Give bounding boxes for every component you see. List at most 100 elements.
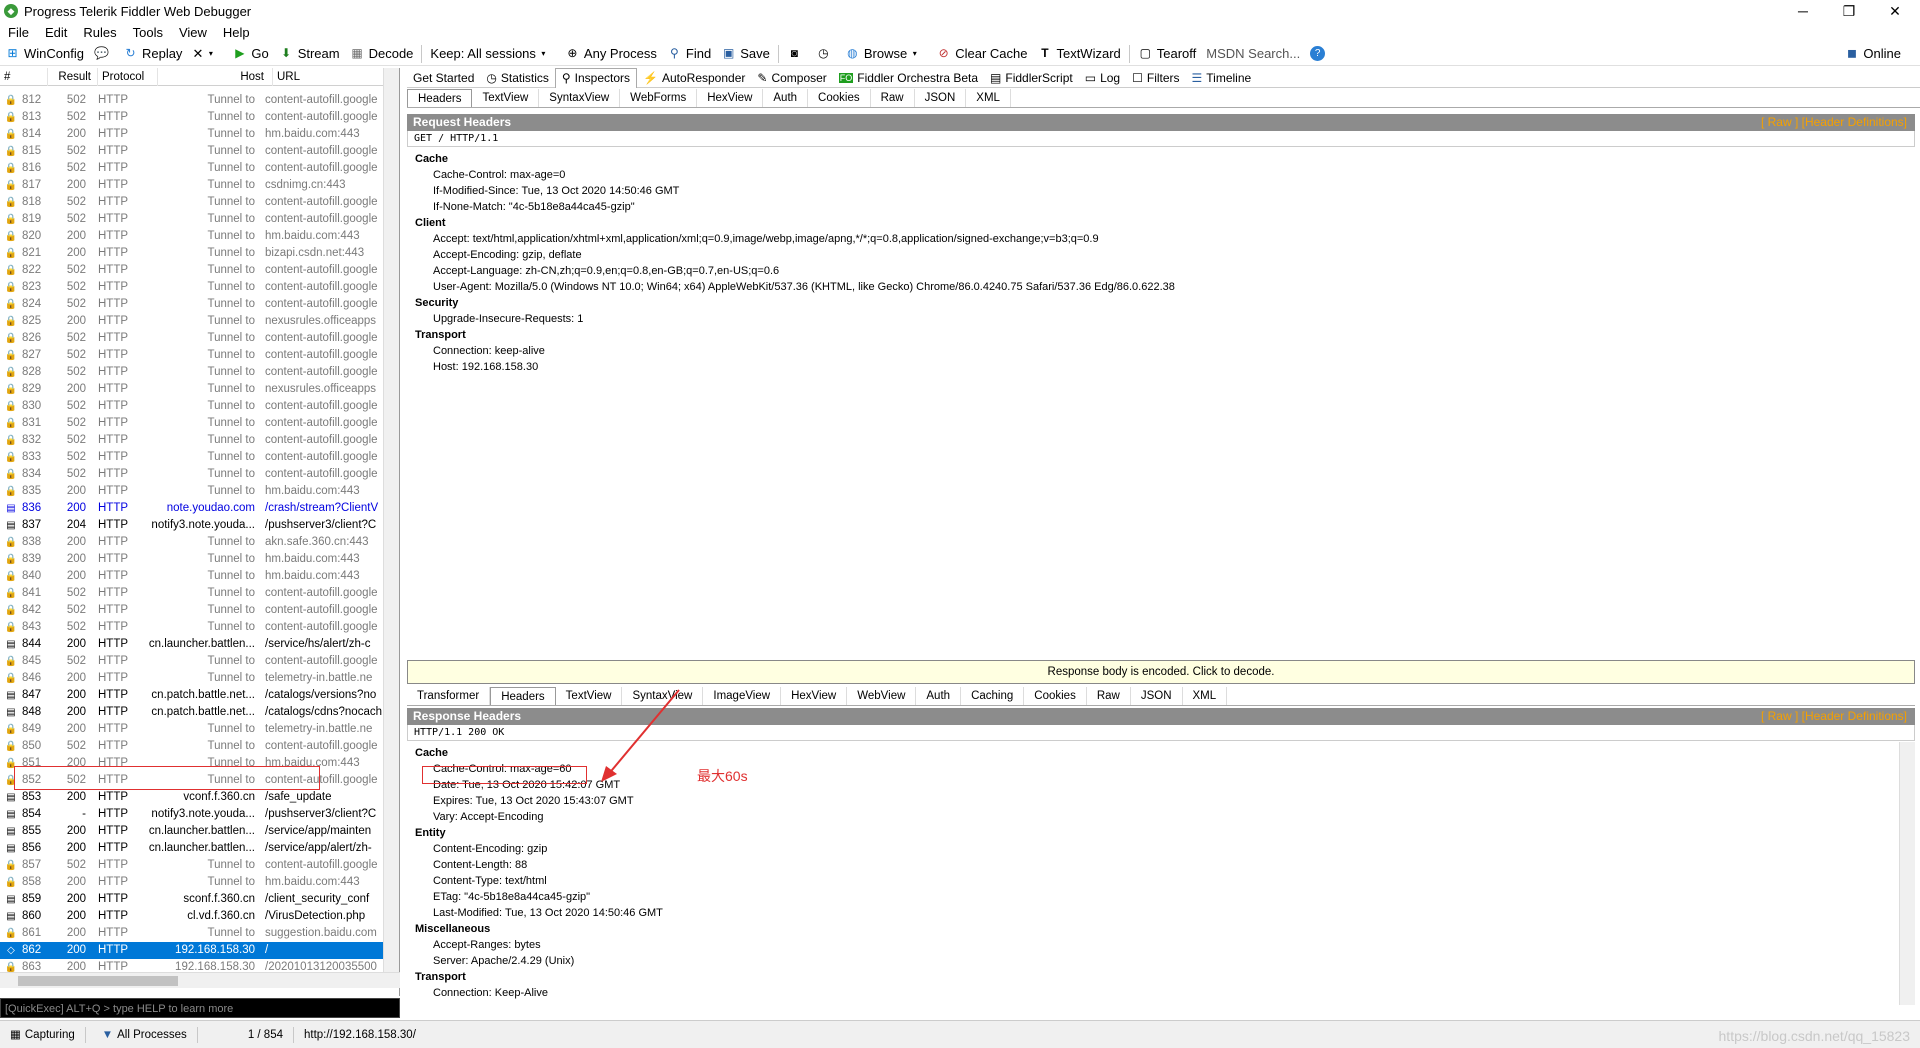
session-horizontal-scrollbar[interactable] <box>0 972 400 988</box>
session-row[interactable]: 🔒 829 200 HTTP Tunnel to nexusrules.officeapp… <box>0 381 384 398</box>
browse-button[interactable]: ◍ Browse ▾ <box>840 43 931 65</box>
session-row[interactable]: 🔒 817 200 HTTP Tunnel to csdnimg.cn:443 <box>0 177 384 194</box>
session-row[interactable]: 🔒 840 200 HTTP Tunnel to hm.baidu.com:443 <box>0 568 384 585</box>
req-tab-cookies[interactable]: Cookies <box>808 88 871 107</box>
menu-view[interactable]: View <box>171 25 215 40</box>
session-row[interactable]: ▤ 837 204 HTTP notify3.note.youda... /pushser… <box>0 517 384 534</box>
session-row[interactable]: ▤ 855 200 HTTP cn.launcher.battlen... /servic… <box>0 823 384 840</box>
close-button[interactable]: ✕ <box>1872 0 1918 22</box>
session-row[interactable]: 🔒 822 502 HTTP Tunnel to content-autofill.goo… <box>0 262 384 279</box>
session-row[interactable]: 🔒 834 502 HTTP Tunnel to content-autofill.goo… <box>0 466 384 483</box>
resp-tab-caching[interactable]: Caching <box>961 686 1025 705</box>
header-item[interactable]: Host: 192.168.158.30 <box>415 359 1920 375</box>
session-row[interactable]: 🔒 825 200 HTTP Tunnel to nexusrules.officeapp… <box>0 313 384 330</box>
session-row[interactable]: 🔒 818 502 HTTP Tunnel to content-autofill.goo… <box>0 194 384 211</box>
header-item[interactable]: Content-Length: 88 <box>415 857 1915 873</box>
tab-timeline[interactable]: ☰ Timeline <box>1186 68 1258 88</box>
session-row[interactable]: 🔒 823 502 HTTP Tunnel to content-autofill.goo… <box>0 279 384 296</box>
decode-banner[interactable]: Response body is encoded. Click to decod… <box>407 660 1915 684</box>
menu-file[interactable]: File <box>0 25 37 40</box>
session-row[interactable]: 🔒 815 502 HTTP Tunnel to content-autofill.goo… <box>0 143 384 160</box>
column-number[interactable]: # <box>0 67 48 86</box>
column-protocol[interactable]: Protocol <box>98 67 158 86</box>
session-row[interactable]: ▤ 836 200 HTTP note.youdao.com/crash/stream?… <box>0 500 384 517</box>
tab-fiddlerscript[interactable]: ▤ FiddlerScript <box>984 68 1079 88</box>
resp-tab-raw[interactable]: Raw <box>1087 686 1131 705</box>
go-button[interactable]: ▶ Go <box>227 43 273 65</box>
tab-get-started[interactable]: Get Started <box>407 68 480 88</box>
menu-edit[interactable]: Edit <box>37 25 75 40</box>
resp-tab-json[interactable]: JSON <box>1131 686 1183 705</box>
tab-log[interactable]: ▭ Log <box>1079 68 1126 88</box>
tearoff-button[interactable]: ▢ Tearoff <box>1133 43 1202 65</box>
session-row[interactable]: 🔒 857 502 HTTP Tunnel to content-autofill.goo… <box>0 857 384 874</box>
resp-tab-auth[interactable]: Auth <box>916 686 962 705</box>
capturing-status[interactable]: ▦ Capturing <box>0 1026 86 1043</box>
menu-rules[interactable]: Rules <box>75 25 124 40</box>
session-row[interactable]: 🔒 820 200 HTTP Tunnel to hm.baidu.com:443 <box>0 228 384 245</box>
header-group[interactable]: Cache <box>415 151 1920 167</box>
save-button[interactable]: ▣ Save <box>716 43 775 65</box>
req-tab-json[interactable]: JSON <box>915 88 967 107</box>
session-row[interactable]: 🔒 835 200 HTTP Tunnel to hm.baidu.com:443 <box>0 483 384 500</box>
session-row[interactable]: 🔒 816 502 HTTP Tunnel to content-autofill.goo… <box>0 160 384 177</box>
textwizard-button[interactable]: T TextWizard <box>1032 43 1125 65</box>
find-button[interactable]: ⚲ Find <box>662 43 716 65</box>
tab-filters[interactable]: ☐ Filters <box>1126 68 1185 88</box>
response-vertical-scrollbar[interactable] <box>1899 742 1915 1005</box>
req-tab-headers[interactable]: Headers <box>407 88 473 107</box>
session-row[interactable]: ▤ 844 200 HTTP cn.launcher.battlen... /servic… <box>0 636 384 653</box>
session-row[interactable]: 🔒 821 200 HTTP Tunnel to bizapi.csdn.net:443 <box>0 245 384 262</box>
keep-sessions-dropdown[interactable]: Keep: All sessions ▾ <box>425 43 560 65</box>
header-item[interactable]: Expires: Tue, 13 Oct 2020 15:43:07 GMT <box>415 793 1915 809</box>
header-group[interactable]: Transport <box>415 969 1915 985</box>
response-header-links[interactable]: [ Raw ] [Header Definitions] <box>1761 708 1907 725</box>
header-item[interactable]: Content-Type: text/html <box>415 873 1915 889</box>
session-row[interactable]: 🔒 850 502 HTTP Tunnel to content-autofill.goo… <box>0 738 384 755</box>
resp-tab-imageview[interactable]: ImageView <box>703 686 782 705</box>
timer-button[interactable]: ◷ <box>811 43 840 65</box>
session-row[interactable]: 🔒 819 502 HTTP Tunnel to content-autofill.goo… <box>0 211 384 228</box>
req-tab-auth[interactable]: Auth <box>763 88 809 107</box>
resp-tab-headers[interactable]: Headers <box>490 686 556 705</box>
menu-help[interactable]: Help <box>215 25 258 40</box>
decode-button[interactable]: ▦ Decode <box>345 43 419 65</box>
header-item[interactable]: Cache-Control: max-age=0 <box>415 167 1920 183</box>
session-row[interactable]: 🔒 849 200 HTTP Tunnel to telemetry-in.battle.… <box>0 721 384 738</box>
session-row[interactable]: 🔒 838 200 HTTP Tunnel to akn.safe.360.cn:443 <box>0 534 384 551</box>
header-item[interactable]: Accept-Language: zh-CN,zh;q=0.9,en;q=0.8… <box>415 263 1920 279</box>
session-row[interactable]: ▤ 847 200 HTTP cn.patch.battle.net... /catalo… <box>0 687 384 704</box>
comment-button[interactable]: 💬 <box>89 43 118 65</box>
screenshot-button[interactable]: ◙ <box>782 43 811 65</box>
session-row[interactable]: ▤ 848 200 HTTP cn.patch.battle.net... /catalo… <box>0 704 384 721</box>
session-row[interactable]: 🔒 846 200 HTTP Tunnel to telemetry-in.battle.… <box>0 670 384 687</box>
session-row[interactable]: 🔒 813 502 HTTP Tunnel to content-autofill.goo… <box>0 109 384 126</box>
winconfig-button[interactable]: ⊞ WinConfig <box>0 43 89 65</box>
header-item[interactable]: Upgrade-Insecure-Requests: 1 <box>415 311 1920 327</box>
header-group[interactable]: Miscellaneous <box>415 921 1915 937</box>
resp-tab-webview[interactable]: WebView <box>847 686 917 705</box>
header-item[interactable]: Connection: keep-alive <box>415 343 1920 359</box>
resp-tab-xml[interactable]: XML <box>1183 686 1228 705</box>
maximize-button[interactable]: ❐ <box>1826 0 1872 22</box>
header-item[interactable]: Accept: text/html,application/xhtml+xml,… <box>415 231 1920 247</box>
clear-cache-button[interactable]: ⊘ Clear Cache <box>931 43 1032 65</box>
session-row[interactable]: ▤ 859 200 HTTP sconf.f.360.cn/client_securit… <box>0 891 384 908</box>
header-group[interactable]: Client <box>415 215 1920 231</box>
tab-composer[interactable]: ✎ Composer <box>751 68 832 88</box>
any-process-button[interactable]: ⊕ Any Process <box>560 43 662 65</box>
header-item[interactable]: Accept-Encoding: gzip, deflate <box>415 247 1920 263</box>
replay-button[interactable]: ↻ Replay <box>118 43 187 65</box>
session-row[interactable]: 🔒 828 502 HTTP Tunnel to content-autofill.goo… <box>0 364 384 381</box>
session-row[interactable]: 🔒 824 502 HTTP Tunnel to content-autofill.goo… <box>0 296 384 313</box>
session-row[interactable]: 🔒 831 502 HTTP Tunnel to content-autofill.goo… <box>0 415 384 432</box>
session-row[interactable]: 🔒 833 502 HTTP Tunnel to content-autofill.goo… <box>0 449 384 466</box>
session-row[interactable]: ▤ 853 200 HTTP vconf.f.360.cn/safe_update <box>0 789 384 806</box>
minimize-button[interactable]: ─ <box>1780 0 1826 22</box>
req-tab-webforms[interactable]: WebForms <box>620 88 698 107</box>
online-indicator[interactable]: ◼ Online <box>1839 43 1906 65</box>
header-item[interactable]: If-Modified-Since: Tue, 13 Oct 2020 14:5… <box>415 183 1920 199</box>
session-row[interactable]: 🔒 858 200 HTTP Tunnel to hm.baidu.com:443 <box>0 874 384 891</box>
header-item[interactable]: Keep-Alive: timeout=5, max=100 <box>415 1001 1915 1004</box>
session-row[interactable]: ▤ 854 - HTTP notify3.note.youda... /pushserve… <box>0 806 384 823</box>
